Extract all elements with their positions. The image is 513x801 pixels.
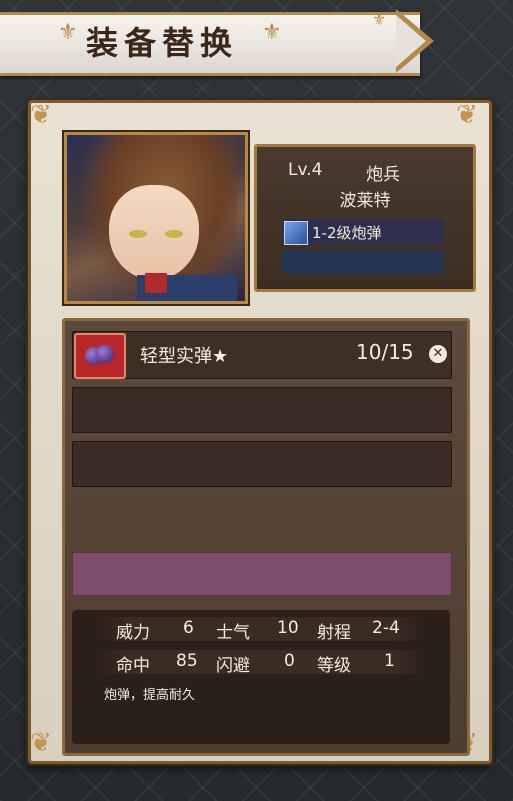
equipment-slot-highlight[interactable]	[72, 552, 452, 596]
ornament-corner-icon: ❦	[30, 100, 52, 130]
close-circle-icon[interactable]: ✕	[429, 345, 447, 363]
stat-value: 10	[277, 618, 299, 638]
stat-label: 等级	[317, 656, 351, 676]
fleur-icon: ⚜	[262, 20, 282, 45]
stat-label: 闪避	[216, 656, 250, 676]
stat-label: 命中	[116, 656, 150, 676]
stat-value: 85	[176, 651, 198, 671]
fleur-icon: ⚜	[372, 10, 387, 29]
equipment-slot-2[interactable]	[72, 387, 452, 433]
item-name: 轻型实弹★	[140, 346, 229, 367]
portrait-eye	[165, 230, 183, 238]
ornament-corner-icon: ❦	[30, 728, 52, 758]
fleur-icon: ⚜	[58, 20, 78, 45]
character-level: Lv.4	[288, 160, 323, 180]
stat-value: 2-4	[372, 618, 400, 638]
stat-value: 6	[183, 618, 194, 638]
empty-info-slot	[282, 250, 444, 274]
cannonball-icon[interactable]	[74, 333, 126, 379]
ornament-corner-icon: ❦	[456, 100, 478, 130]
ammo-type-label: 1-2级炮弹	[312, 224, 382, 242]
header-arrow-inner	[396, 15, 426, 67]
stat-label: 威力	[116, 623, 150, 643]
stat-label: 射程	[317, 623, 351, 643]
character-class: 炮兵	[366, 165, 400, 185]
item-count: 10/15	[356, 340, 414, 364]
stat-label: 士气	[216, 623, 250, 643]
character-portrait[interactable]	[64, 132, 248, 304]
equipment-slot-3[interactable]	[72, 441, 452, 487]
shell-icon	[284, 221, 308, 245]
ball-shape	[96, 345, 114, 363]
stat-value: 1	[384, 651, 395, 671]
character-name: 波莱特	[339, 191, 391, 211]
portrait-face	[109, 185, 199, 280]
stat-value: 0	[284, 651, 295, 671]
page-title: 装备替换	[86, 24, 239, 62]
item-description: 炮弹，提高耐久	[104, 688, 196, 703]
portrait-eye	[129, 230, 147, 238]
portrait-ribbon	[145, 273, 167, 293]
